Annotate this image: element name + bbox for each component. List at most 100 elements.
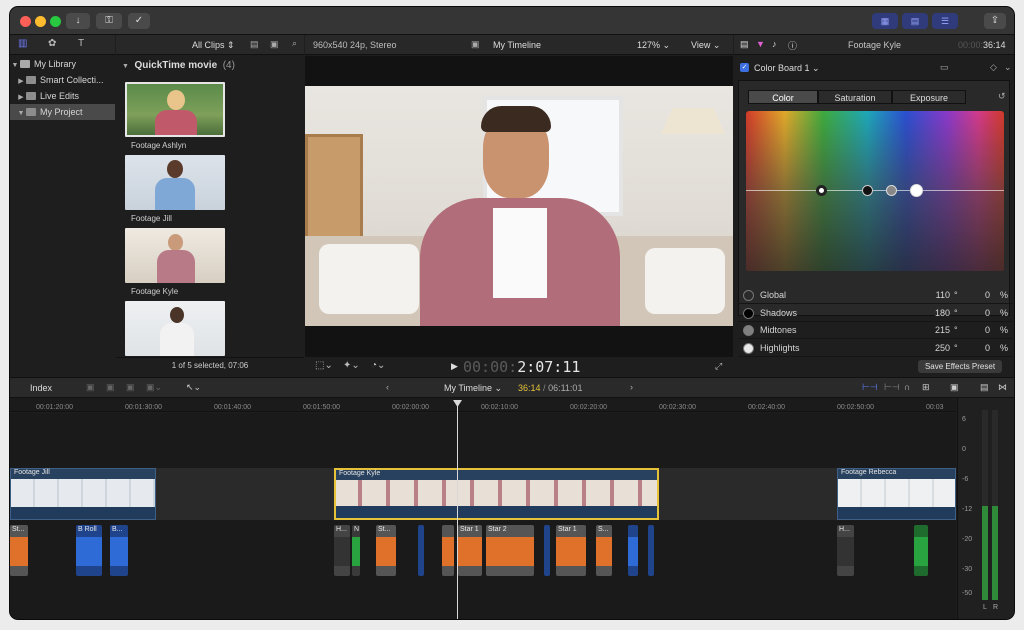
index-button[interactable]: Index: [30, 383, 52, 393]
show-browser-button[interactable]: ▦: [872, 13, 898, 29]
append-clip-icon[interactable]: ▣: [126, 382, 135, 393]
sidebar-item-my-library[interactable]: ▼ My Library: [10, 56, 115, 72]
color-board[interactable]: [746, 111, 1004, 271]
show-timeline-button[interactable]: ▤: [902, 13, 928, 29]
transform-tool-icon[interactable]: ⬚⌄: [315, 360, 333, 371]
close-window-button[interactable]: [20, 16, 31, 27]
tab-exposure[interactable]: Exposure: [892, 90, 966, 104]
clip-filter-dropdown[interactable]: All Clips ⇕: [192, 40, 235, 51]
title-clip[interactable]: B...: [110, 525, 128, 576]
disclosure-open-icon[interactable]: ▼: [10, 58, 20, 72]
clip-thumbnail-ashlyn[interactable]: [125, 82, 225, 137]
search-icon[interactable]: ⌕: [292, 38, 297, 49]
insert-clip-icon[interactable]: ▣: [106, 382, 115, 393]
clip-thumbnail-kyle[interactable]: [125, 228, 225, 283]
clip-group-header[interactable]: ▼ QuickTime movie (4): [122, 60, 235, 71]
timeline-ruler[interactable]: 00:01:20:00 00:01:30:00 00:01:40:00 00:01:5…: [10, 398, 956, 412]
play-button[interactable]: ▶: [451, 361, 458, 372]
title-clip[interactable]: S...: [596, 525, 612, 576]
select-tool-icon[interactable]: ↖⌄: [186, 382, 201, 393]
filmstrip-view-icon[interactable]: ▤: [250, 39, 259, 50]
color-parameter-row[interactable]: Midtones 215 ° 0%: [738, 322, 1013, 339]
parameter-angle[interactable]: 250: [910, 340, 950, 357]
title-clip[interactable]: [648, 525, 654, 576]
clip-appearance-icon[interactable]: ▣: [270, 39, 279, 50]
effects-browser-icon[interactable]: ▤: [980, 382, 989, 393]
sidebar-item-smart-collections[interactable]: ▶ Smart Collecti...: [10, 72, 115, 88]
color-parameter-row[interactable]: Shadows 180 ° 0%: [738, 305, 1013, 322]
speed-gauge-icon[interactable]: ◔⌄: [371, 360, 385, 371]
chevron-down-icon[interactable]: ⌄: [1004, 62, 1012, 73]
global-puck[interactable]: [816, 185, 827, 196]
clip-appearance-icon[interactable]: ▣: [950, 382, 959, 393]
clip-thumbnail-rebecca[interactable]: [125, 301, 225, 356]
disclosure-closed-icon[interactable]: ▶: [16, 90, 26, 104]
zoom-dropdown[interactable]: 127% ⌄: [637, 40, 670, 51]
photos-icon[interactable]: ✿: [48, 38, 56, 49]
parameter-percent[interactable]: 0: [950, 287, 990, 304]
title-clip[interactable]: [544, 525, 550, 576]
parameter-angle[interactable]: 215: [910, 322, 950, 339]
parameter-angle[interactable]: 110: [910, 287, 950, 304]
magic-wand-icon[interactable]: ✦⌄: [343, 360, 360, 371]
tab-saturation[interactable]: Saturation: [818, 90, 892, 104]
keywords-button[interactable]: ⚿: [96, 13, 122, 29]
disclosure-open-icon[interactable]: ▼: [16, 106, 26, 120]
sidebar-item-my-project[interactable]: ▼ My Project: [10, 104, 115, 120]
save-effects-preset-button[interactable]: Save Effects Preset: [918, 360, 1002, 373]
snapping-icon[interactable]: ⊞: [922, 382, 930, 393]
color-parameter-row[interactable]: Global 110 ° 0%: [738, 287, 1013, 304]
title-clip[interactable]: Star 1: [556, 525, 586, 576]
disclosure-closed-icon[interactable]: ▶: [16, 74, 26, 88]
timeline-name-dropdown[interactable]: My Timeline ⌄: [444, 383, 502, 394]
color-swatch-icon[interactable]: [743, 325, 754, 336]
previous-icon[interactable]: ‹: [386, 382, 389, 392]
effect-enabled-checkbox[interactable]: ✓: [740, 63, 749, 72]
overwrite-clip-icon[interactable]: ▣⌄: [146, 382, 162, 393]
mask-icon[interactable]: ▭: [940, 62, 949, 73]
transitions-browser-icon[interactable]: ⋈: [998, 382, 1007, 393]
title-clip[interactable]: [418, 525, 424, 576]
shadows-puck[interactable]: [862, 185, 873, 196]
video-inspector-icon[interactable]: ▤: [740, 39, 749, 50]
color-swatch-icon[interactable]: [743, 290, 754, 301]
parameter-percent[interactable]: 0: [950, 340, 990, 357]
share-button[interactable]: ⇪: [984, 13, 1006, 29]
audio-inspector-icon[interactable]: ♪: [772, 39, 777, 49]
import-button[interactable]: ↓: [66, 13, 90, 29]
libraries-icon[interactable]: ▥: [18, 38, 27, 49]
clip-footage-rebecca[interactable]: Footage Rebecca: [837, 468, 956, 520]
tab-color[interactable]: Color: [748, 90, 818, 104]
background-tasks-button[interactable]: ✓: [128, 13, 150, 29]
keyframe-icon[interactable]: ◇: [990, 62, 997, 73]
parameter-angle[interactable]: 180: [910, 305, 950, 322]
connect-clip-icon[interactable]: ▣: [86, 382, 95, 393]
title-clip[interactable]: Star 1: [458, 525, 482, 576]
title-clip[interactable]: [628, 525, 638, 576]
title-clip[interactable]: [442, 525, 454, 576]
title-clip[interactable]: N: [352, 525, 360, 576]
clip-footage-kyle[interactable]: Footage Kyle: [334, 468, 659, 520]
video-frame[interactable]: [305, 86, 733, 326]
reset-icon[interactable]: ↺: [998, 91, 1006, 102]
title-clip[interactable]: B Roll: [76, 525, 102, 576]
show-inspector-button[interactable]: ☰: [932, 13, 958, 29]
midtones-puck[interactable]: [886, 185, 897, 196]
info-inspector-icon[interactable]: ⓘ: [788, 39, 797, 52]
zoom-window-button[interactable]: [50, 16, 61, 27]
clip-thumbnail-jill[interactable]: [125, 155, 225, 210]
title-clip[interactable]: H...: [334, 525, 350, 576]
effect-name-dropdown[interactable]: Color Board 1 ⌄: [754, 63, 820, 74]
title-clip[interactable]: St...: [10, 525, 28, 576]
title-clip[interactable]: H...: [837, 525, 854, 576]
highlights-puck[interactable]: [910, 184, 923, 197]
title-clip[interactable]: [914, 525, 928, 576]
color-inspector-icon[interactable]: ▼: [756, 39, 765, 49]
audio-skimming-icon[interactable]: ⊢⊣: [884, 382, 900, 393]
title-clip[interactable]: St...: [376, 525, 396, 576]
minimize-window-button[interactable]: [35, 16, 46, 27]
next-icon[interactable]: ›: [630, 382, 633, 392]
fullscreen-icon[interactable]: ⤢: [715, 361, 722, 372]
view-dropdown[interactable]: View ⌄: [691, 40, 720, 51]
color-parameter-row[interactable]: Highlights 250 ° 0%: [738, 340, 1013, 357]
